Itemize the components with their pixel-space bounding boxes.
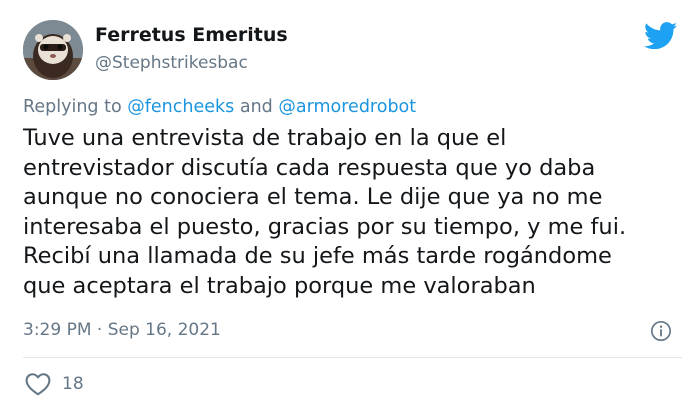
avatar[interactable] [23, 20, 83, 80]
tweet-text: Tuve una entrevista de trabajo en la que… [23, 124, 683, 301]
mention-link[interactable]: @fencheeks [127, 97, 234, 117]
mention-link[interactable]: @armoredrobot [278, 97, 416, 117]
tweet-text-line: interesaba el puesto, gracias por su tie… [23, 213, 627, 240]
twitter-bird-icon[interactable] [644, 22, 678, 50]
info-icon[interactable] [650, 320, 672, 342]
divider [23, 357, 682, 358]
replying-to-prefix: Replying to [23, 97, 122, 117]
tweet-text-line: entrevistador discutía cada respuesta qu… [23, 154, 596, 181]
tweet-text-line: Tuve una entrevista de trabajo en la que… [23, 125, 507, 151]
tweet-timestamp[interactable]: 3:29 PM · Sep 16, 2021 [23, 320, 221, 340]
tweet-text-line: Recibí una llamada de su jefe más tarde … [23, 243, 612, 269]
author-handle[interactable]: @Stephstrikesbac [95, 53, 248, 73]
ferret-avatar-image [23, 20, 83, 80]
heart-icon[interactable] [25, 372, 51, 396]
tweet-text-line: que aceptara el trabajo porque me valora… [23, 272, 536, 299]
replying-to: Replying to @fencheeks and @armoredrobot [23, 97, 416, 117]
tweet-card: Ferretus Emeritus @Stephstrikesbac Reply… [0, 0, 700, 410]
author-display-name[interactable]: Ferretus Emeritus [95, 24, 288, 46]
like-count: 18 [62, 374, 84, 394]
tweet-text-line: aunque no conociera el tema. Le dije que… [23, 184, 603, 210]
replying-to-joiner: and [239, 97, 273, 117]
